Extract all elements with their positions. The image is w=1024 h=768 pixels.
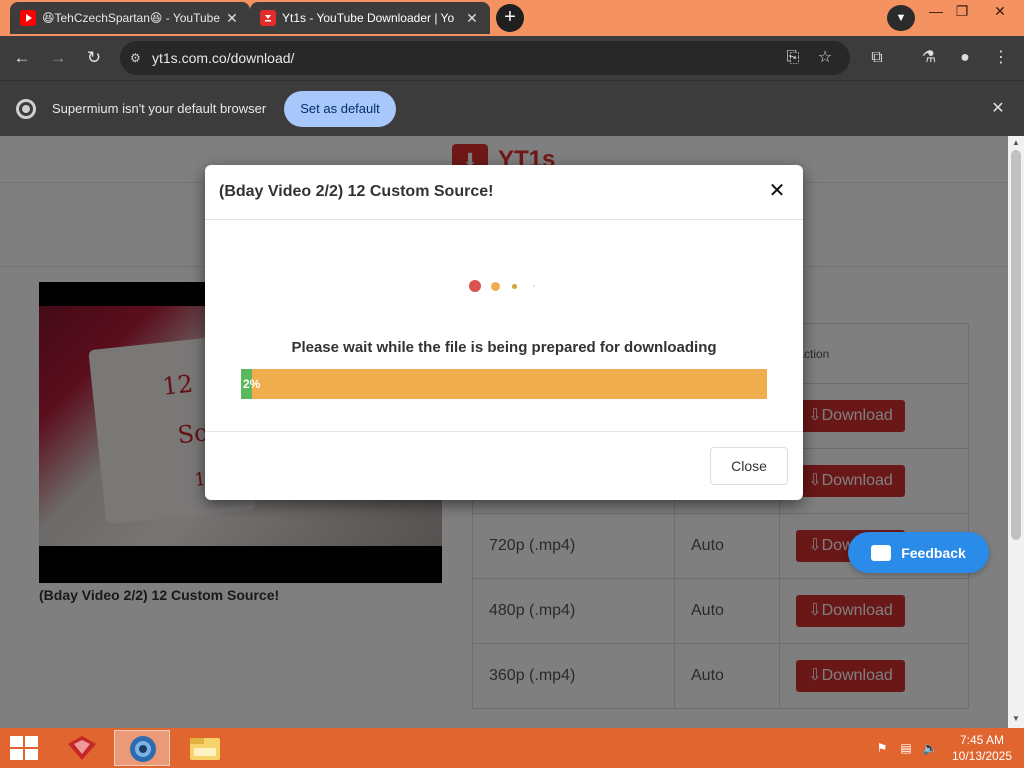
chromium-logo-icon <box>16 99 36 119</box>
default-browser-infobar: Supermium isn't your default browser Set… <box>0 80 1024 136</box>
back-arrow-icon[interactable]: ← <box>8 44 36 72</box>
modal-close-icon[interactable]: ✕ <box>765 179 789 203</box>
modal-title: (Bday Video 2/2) 12 Custom Source! <box>219 183 494 200</box>
tab-title: 😆TehCzechSpartan😆 - YouTube <box>42 11 220 25</box>
menu-kebab-icon[interactable]: ⋮ <box>990 47 1012 69</box>
scroll-down-arrow-icon[interactable]: ▼ <box>1012 714 1020 723</box>
modal-divider <box>205 219 803 220</box>
extensions-puzzle-icon[interactable]: ⧉ <box>866 47 888 69</box>
tab-yt1s[interactable]: Yt1s - YouTube Downloader | Yo ✕ <box>250 2 490 34</box>
url-text[interactable]: yt1s.com.co/download/ <box>152 50 294 66</box>
wait-message: Please wait while the file is being prep… <box>291 339 717 356</box>
system-clock[interactable]: 7:45 AM 10/13/2025 <box>948 732 1016 764</box>
infobar-close-icon[interactable]: ✕ <box>988 99 1008 119</box>
youtube-icon <box>20 10 36 26</box>
scrollbar-thumb[interactable] <box>1011 150 1021 540</box>
progress-label: 2% <box>243 377 261 391</box>
reload-icon[interactable]: ↻ <box>80 44 108 72</box>
clock-date: 10/13/2025 <box>951 749 1013 763</box>
infobar-message: Supermium isn't your default browser <box>52 101 267 116</box>
feedback-button[interactable]: Feedback <box>848 532 989 573</box>
taskbar-browser-icon[interactable] <box>114 730 170 766</box>
tab-youtube[interactable]: 😆TehCzechSpartan😆 - YouTube ✕ <box>10 2 250 34</box>
tab-title: Yt1s - YouTube Downloader | Yo <box>282 11 455 25</box>
site-settings-icon[interactable]: ⚙ <box>130 51 146 65</box>
feedback-label: Feedback <box>901 544 966 561</box>
close-button[interactable]: Close <box>710 447 788 485</box>
chat-bubble-icon <box>871 544 892 561</box>
tab-close-icon[interactable]: ✕ <box>224 10 240 27</box>
yt1s-icon <box>260 10 276 26</box>
install-app-icon[interactable]: ⎘ <box>782 47 804 69</box>
restore-icon[interactable]: ❐ <box>946 0 978 26</box>
tab-strip: 😆TehCzechSpartan😆 - YouTube ✕ Yt1s - You… <box>0 0 1024 36</box>
scroll-up-arrow-icon[interactable]: ▲ <box>1012 138 1020 147</box>
volume-muted-icon[interactable]: 🔈 <box>922 740 938 756</box>
tab-close-icon[interactable]: ✕ <box>464 10 480 27</box>
windows-start-icon[interactable] <box>10 736 38 760</box>
browser-toolbar: ← → ↻ ⚙ yt1s.com.co/download/ ⎘ ☆ ⧉ ⚗ ● … <box>0 36 1024 80</box>
window-close-icon[interactable]: ✕ <box>984 0 1016 26</box>
set-as-default-button[interactable]: Set as default <box>284 91 396 127</box>
loading-dots-icon <box>467 280 547 292</box>
forward-arrow-icon[interactable]: → <box>44 44 72 72</box>
labs-flask-icon[interactable]: ⚗ <box>918 47 940 69</box>
screen: 😆TehCzechSpartan😆 - YouTube ✕ Yt1s - You… <box>0 0 1024 768</box>
address-bar[interactable]: ⚙ yt1s.com.co/download/ ⎘ ☆ <box>120 41 850 75</box>
taskbar: ⚑ ▤ 🔈 7:45 AM 10/13/2025 <box>0 728 1024 768</box>
page-scrollbar[interactable]: ▲ ▼ <box>1008 136 1024 728</box>
download-modal: (Bday Video 2/2) 12 Custom Source! ✕ Ple… <box>205 165 803 500</box>
new-tab-button[interactable]: + <box>496 4 524 32</box>
progress-bar: 2% <box>241 369 767 399</box>
network-icon[interactable]: ▤ <box>898 740 914 756</box>
action-center-flag-icon[interactable]: ⚑ <box>874 740 890 756</box>
bookmark-star-icon[interactable]: ☆ <box>814 47 836 69</box>
file-explorer-icon[interactable] <box>176 730 232 766</box>
modal-divider <box>205 431 803 432</box>
taskbar-app-icon[interactable] <box>56 730 112 766</box>
tab-search-chevron-icon[interactable]: ▼ <box>887 5 915 31</box>
profile-avatar-icon[interactable]: ● <box>954 47 976 69</box>
clock-time: 7:45 AM <box>959 733 1005 747</box>
